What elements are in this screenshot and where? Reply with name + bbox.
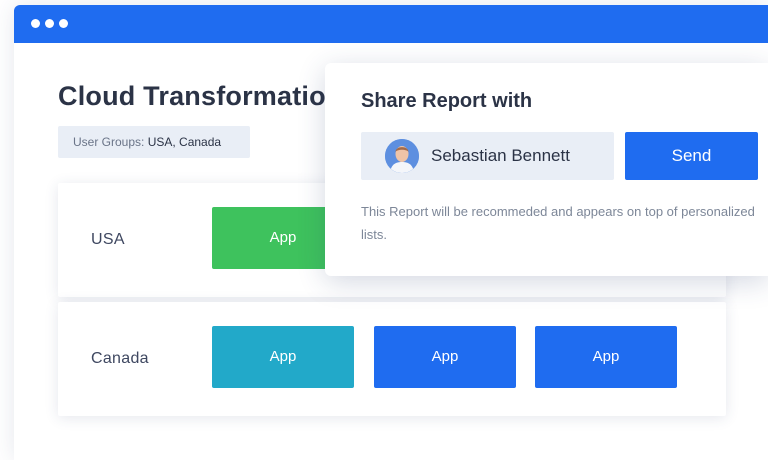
user-groups-value: USA, Canada xyxy=(147,135,222,149)
app-tile[interactable]: App xyxy=(374,326,516,388)
recipient-name: Sebastian Bennett xyxy=(431,146,570,165)
window-dot-icon[interactable] xyxy=(45,19,54,28)
send-button[interactable]: Send xyxy=(625,132,758,180)
share-note: This Report will be recommeded and appea… xyxy=(361,204,755,242)
user-avatar xyxy=(385,139,419,173)
page-title: Cloud Transformation xyxy=(58,81,343,111)
share-report-dialog: Share Report with Sebastian Bennett Send… xyxy=(325,63,768,276)
user-groups-filter[interactable]: User Groups: USA, Canada xyxy=(58,126,250,158)
window-dot-icon[interactable] xyxy=(59,19,68,28)
title-bar xyxy=(14,5,768,43)
dialog-title: Share Report with xyxy=(361,90,533,112)
user-groups-label: User Groups: xyxy=(73,135,148,149)
recipient-chip[interactable]: Sebastian Bennett xyxy=(361,132,614,180)
app-tile[interactable]: App xyxy=(535,326,677,388)
window-dot-icon[interactable] xyxy=(31,19,40,28)
region-label: USA xyxy=(91,231,125,248)
region-row-canada: Canada App App App xyxy=(58,302,726,416)
region-label: Canada xyxy=(91,350,149,367)
app-tile[interactable]: App xyxy=(212,326,354,388)
